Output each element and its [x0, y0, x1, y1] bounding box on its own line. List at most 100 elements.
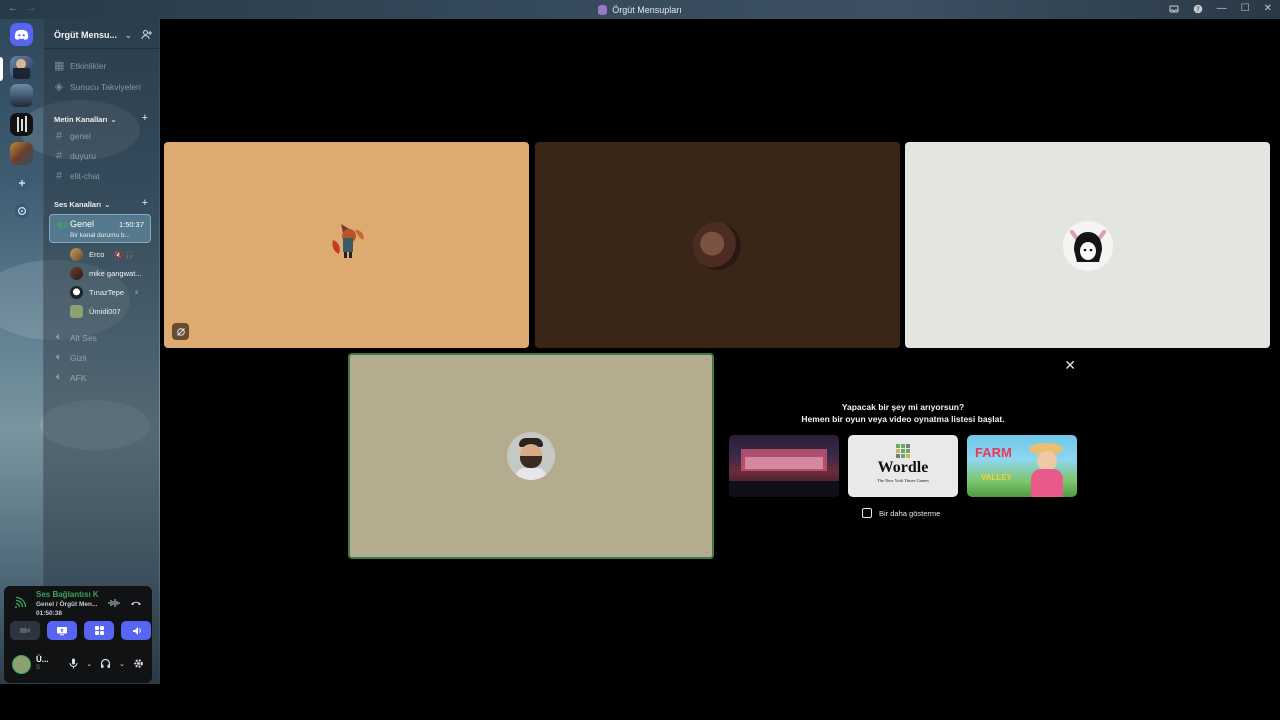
gear-icon[interactable]	[133, 658, 144, 669]
guild-header[interactable]: Örgüt Mensu... ⌄	[44, 24, 160, 46]
current-user-status: S	[36, 665, 41, 671]
voice-channel-alt-ses[interactable]: 🔈︎ Alt Ses	[54, 331, 97, 344]
voice-member[interactable]: Erco 🔇 🎧	[70, 248, 134, 261]
voice-connection-channel[interactable]: Genel / Örgüt Men...	[36, 601, 97, 608]
server-rail	[0, 19, 43, 684]
channel-label: AFK	[70, 372, 87, 383]
member-name: Ümidi007	[89, 307, 121, 316]
voice-channel-afk[interactable]: 🔈︎ AFK	[54, 371, 87, 384]
screen-share-icon	[57, 626, 67, 635]
history-nav: ← →	[8, 3, 36, 14]
server-2[interactable]	[10, 84, 33, 107]
nav-events[interactable]: ▦ Etkinlikler	[54, 59, 106, 72]
activity-card-farm-valley[interactable]: FARM VALLEY	[967, 435, 1077, 497]
chevron-down-icon[interactable]: ⌄	[86, 660, 92, 668]
close-icon[interactable]: ✕	[1064, 357, 1076, 374]
channel-label: Gizli	[70, 352, 87, 363]
current-user[interactable]: Ü... S ⌄ ⌄	[10, 654, 148, 676]
participant-tile-speaking[interactable]	[348, 353, 714, 559]
category-text-channels[interactable]: Metin Kanalları ⌄	[54, 115, 117, 124]
farm-title: FARM	[975, 445, 1012, 460]
avatar	[693, 222, 741, 270]
connection-signal-icon[interactable]	[14, 596, 27, 609]
voice-channel-status[interactable]: Bir kanal durumu b...	[70, 232, 130, 239]
nav-boosts-label: Sunucu Takviyeleri	[70, 81, 141, 92]
nav-events-label: Etkinlikler	[70, 60, 107, 71]
guild-icon	[598, 4, 608, 15]
microphone-icon[interactable]	[69, 658, 78, 669]
sidebar-bottom	[0, 684, 160, 720]
voice-channel-timer: 1:50:37	[118, 220, 144, 229]
voice-member[interactable]: mike gangwat...	[70, 267, 142, 280]
disconnect-icon[interactable]	[130, 598, 142, 608]
noise-suppression-icon[interactable]	[108, 598, 120, 608]
dont-show-again-checkbox[interactable]: Bir daha gösterme	[862, 508, 940, 518]
channel-label: duyuru	[70, 151, 96, 161]
category-label: Ses Kanalları	[54, 200, 102, 209]
create-voice-channel-icon[interactable]: +	[142, 197, 148, 209]
invite-people-icon[interactable]	[141, 29, 152, 40]
chevron-down-icon[interactable]: ⌄	[119, 660, 125, 668]
activity-card-store[interactable]	[729, 435, 839, 497]
discord-logo-icon	[14, 29, 29, 40]
voice-channel-genel[interactable]: Genel 1:50:37 Bir kanal durumu b...	[49, 214, 151, 243]
voice-member[interactable]: TınazTepe ⚡	[70, 286, 139, 299]
participant-tile[interactable]	[164, 142, 529, 348]
activity-card-wordle[interactable]: Wordle The New York Times Games	[848, 435, 958, 497]
nav-server-boosts[interactable]: ◈ Sunucu Takviyeleri	[54, 80, 141, 93]
camera-button[interactable]	[10, 621, 40, 640]
chevron-down-icon: ⌄	[104, 200, 111, 209]
avatar[interactable]	[12, 655, 31, 674]
voice-member[interactable]: Ümidi007	[70, 305, 121, 318]
activities-promo: ✕ Yapacak bir şey mi arıyorsun? Hemen bi…	[718, 355, 1088, 555]
screen-share-button[interactable]	[47, 621, 77, 640]
compass-icon	[15, 204, 29, 218]
channel-genel[interactable]: # genel	[54, 130, 91, 142]
checkbox-label: Bir daha gösterme	[879, 508, 941, 518]
inbox-icon[interactable]	[1169, 4, 1179, 14]
forward-arrow-icon[interactable]: →	[26, 3, 36, 14]
farm-subtitle: VALLEY	[981, 473, 1012, 482]
avatar	[1062, 220, 1114, 272]
voice-channel-gizli[interactable]: 🔈︎ Gizli	[54, 351, 87, 364]
discover-button[interactable]	[15, 204, 29, 218]
soundboard-icon	[132, 627, 141, 635]
back-arrow-icon[interactable]: ←	[8, 3, 18, 14]
muted-deafened-icon: 🔇 🎧	[114, 251, 134, 259]
maximize-icon[interactable]: ☐	[1241, 3, 1250, 14]
wordle-grid-icon	[896, 444, 910, 458]
hash-icon: #	[55, 170, 63, 182]
video-off-badge	[172, 323, 189, 340]
participant-tile[interactable]	[905, 142, 1270, 348]
headphones-icon[interactable]	[100, 658, 111, 669]
minimize-icon[interactable]: —	[1217, 3, 1227, 14]
chevron-down-icon: ⌄	[110, 115, 117, 124]
participant-tile[interactable]	[535, 142, 900, 348]
rtc-actions	[108, 598, 142, 608]
wordle-subtitle: The New York Times Games	[876, 478, 930, 483]
boost-icon: ◈	[54, 81, 64, 93]
close-icon[interactable]: ✕	[1264, 3, 1272, 14]
create-text-channel-icon[interactable]: +	[142, 112, 148, 124]
soundboard-button[interactable]	[121, 621, 151, 640]
plus-icon	[15, 176, 29, 190]
add-server-button[interactable]	[15, 176, 29, 190]
direct-messages-button[interactable]	[10, 23, 33, 46]
server-3[interactable]	[10, 113, 33, 136]
help-icon[interactable]: ?	[1193, 4, 1203, 14]
server-orgut[interactable]	[10, 56, 33, 79]
server-4[interactable]	[10, 142, 33, 165]
divider	[44, 48, 160, 49]
voice-channel-name: Genel	[70, 219, 95, 229]
speaker-icon	[57, 221, 67, 229]
camera-off-icon	[20, 628, 30, 633]
checkbox[interactable]	[862, 508, 872, 518]
channel-elit-chat[interactable]: # elit-chat	[54, 170, 100, 182]
channel-duyuru[interactable]: # duyuru	[54, 150, 96, 162]
avatar	[507, 432, 555, 480]
category-voice-channels[interactable]: Ses Kanalları ⌄	[54, 200, 110, 209]
activities-button[interactable]	[84, 621, 114, 640]
hash-icon: #	[55, 130, 63, 142]
channel-label: Alt Ses	[70, 332, 97, 343]
user-controls: ⌄ ⌄	[69, 658, 144, 669]
